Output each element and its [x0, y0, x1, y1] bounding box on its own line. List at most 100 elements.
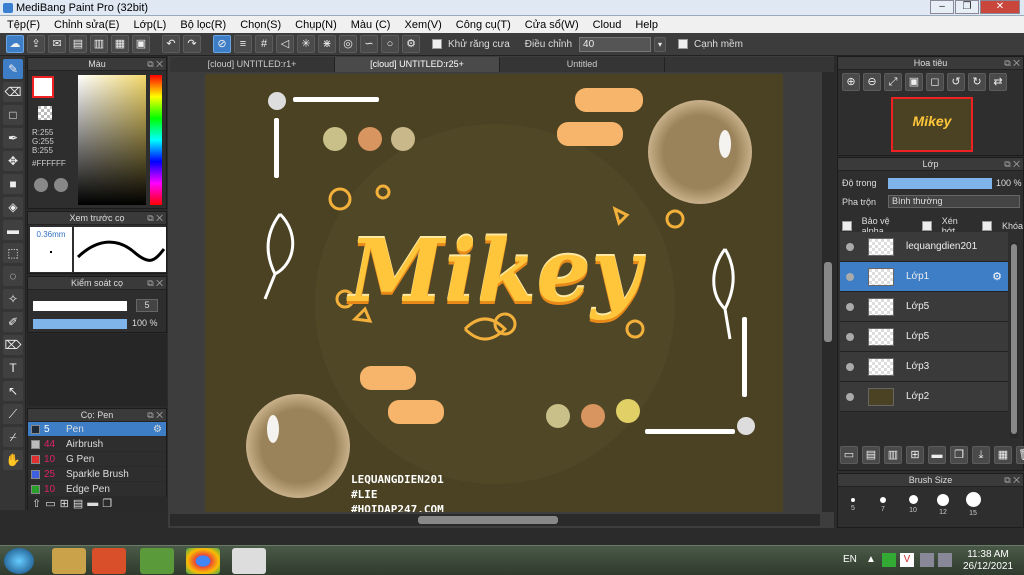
- undo-icon[interactable]: ↶: [162, 35, 180, 53]
- brush-props-icon[interactable]: ▤: [73, 497, 83, 511]
- explorer-icon[interactable]: [52, 548, 86, 574]
- brush-size-option[interactable]: 12: [928, 492, 958, 517]
- grid-icon[interactable]: ▦: [111, 35, 129, 53]
- brush-upload-icon[interactable]: ⇧: [32, 497, 41, 511]
- layer-opacity-slider[interactable]: [888, 178, 992, 189]
- select-tool-icon[interactable]: ⬚: [3, 243, 23, 263]
- navigator-thumbnail[interactable]: Mikey: [891, 97, 973, 152]
- menu-color[interactable]: Màu (C): [344, 19, 398, 31]
- opacity-slider[interactable]: [33, 319, 127, 329]
- brush-size-option[interactable]: 10: [898, 492, 928, 517]
- minimize-button[interactable]: –: [930, 0, 954, 14]
- panel-close-icon[interactable]: ⧉ ✕: [147, 409, 163, 422]
- app-icon-green[interactable]: [140, 548, 174, 574]
- brush-item[interactable]: 44 Airbrush: [28, 437, 166, 452]
- redo-icon[interactable]: ↷: [183, 35, 201, 53]
- gear-icon[interactable]: ⚙: [153, 424, 162, 435]
- menu-window[interactable]: Cửa sổ(W): [518, 19, 586, 31]
- layer-scrollbar[interactable]: [1010, 242, 1018, 438]
- brush-size-option[interactable]: 5: [838, 492, 868, 517]
- tab-doc1[interactable]: [cloud] UNTITLED:r1+: [170, 57, 335, 72]
- chevron-down-icon[interactable]: ▾: [654, 36, 667, 52]
- duplicate-layer-icon[interactable]: ❐: [950, 446, 968, 464]
- parallel-snap-icon[interactable]: ≡: [234, 35, 252, 53]
- brush-copy-icon[interactable]: ❐: [102, 497, 112, 511]
- panel-close-icon[interactable]: ⧉ ✕: [147, 212, 163, 225]
- move-tool-icon[interactable]: ✥: [3, 151, 23, 171]
- layer-item[interactable]: Lớp2: [840, 382, 1008, 412]
- crop-icon[interactable]: ▣: [132, 35, 150, 53]
- gear-icon[interactable]: ⚙: [992, 270, 1002, 283]
- layer-folder-icon[interactable]: ▬: [928, 446, 946, 464]
- rotate-left-icon[interactable]: ↺: [947, 73, 965, 91]
- horizontal-scroll-thumb[interactable]: [418, 516, 558, 524]
- hand-tool-icon[interactable]: ✋: [3, 450, 23, 470]
- panel-close-icon[interactable]: ⧉ ✕: [147, 277, 163, 290]
- bucket-tool-icon[interactable]: ◈: [3, 197, 23, 217]
- lock-checkbox[interactable]: [982, 221, 992, 231]
- layer-item[interactable]: Lớp3: [840, 352, 1008, 382]
- eraser-tool-icon[interactable]: ⌫: [3, 82, 23, 102]
- vertical-scrollbar[interactable]: [822, 72, 834, 512]
- new-halftone-icon[interactable]: ▤: [862, 446, 880, 464]
- transparent-swatch[interactable]: [38, 106, 52, 120]
- radial-line-icon[interactable]: ⋇: [318, 35, 336, 53]
- flip-icon[interactable]: ⇄: [989, 73, 1007, 91]
- menu-view[interactable]: Xem(V): [397, 19, 448, 31]
- fit-icon[interactable]: ⤢: [884, 73, 902, 91]
- merge-layer-icon[interactable]: ⤓: [972, 446, 990, 464]
- artwork-canvas[interactable]: Mikey LEQUANGDIEN201 #LIE #HOIDAP247.COM: [205, 74, 783, 512]
- eyedropper-icon[interactable]: ⟋: [3, 404, 23, 424]
- layer-item[interactable]: Lớp5: [840, 292, 1008, 322]
- menu-help[interactable]: Help: [628, 19, 665, 31]
- lasso-tool-icon[interactable]: ◌: [3, 266, 23, 286]
- cloud-icon[interactable]: ☁: [6, 35, 24, 53]
- zoom-in-icon[interactable]: ⊕: [842, 73, 860, 91]
- menu-cloud[interactable]: Cloud: [586, 19, 629, 31]
- brush-add-icon[interactable]: ⊞: [60, 497, 69, 511]
- comment-icon[interactable]: ✉: [48, 35, 66, 53]
- rotate-right-icon[interactable]: ↻: [968, 73, 986, 91]
- share-icon[interactable]: ⇪: [27, 35, 45, 53]
- foreground-swatch[interactable]: [32, 76, 54, 98]
- hue-slider[interactable]: [150, 75, 162, 205]
- vertical-scroll-thumb[interactable]: [824, 262, 832, 342]
- gradient-tool-icon[interactable]: ▬: [3, 220, 23, 240]
- vanish-snap-icon[interactable]: ◁: [276, 35, 294, 53]
- menu-edit[interactable]: Chỉnh sửa(E): [47, 19, 126, 31]
- menu-filter[interactable]: Bộ lọc(R): [173, 19, 233, 31]
- panel-close-icon[interactable]: ⧉ ✕: [1004, 158, 1020, 171]
- concentric-snap-icon[interactable]: ◎: [339, 35, 357, 53]
- brush-tool-icon[interactable]: ✎: [3, 59, 23, 79]
- antialias-checkbox[interactable]: [432, 39, 442, 49]
- menu-snap[interactable]: Chụp(N): [288, 19, 344, 31]
- medibang-task-icon[interactable]: [232, 548, 266, 574]
- menu-tools[interactable]: Công cụ(T): [449, 19, 518, 31]
- protect-alpha-checkbox[interactable]: [842, 221, 852, 231]
- network-icon[interactable]: [920, 553, 934, 567]
- visibility-eye-icon[interactable]: [846, 302, 854, 311]
- brush-item[interactable]: 5 Pen ⚙: [28, 422, 166, 437]
- operation-tool-icon[interactable]: ↖: [3, 381, 23, 401]
- snap-off-icon[interactable]: ⊘: [213, 35, 231, 53]
- select-pen-icon[interactable]: ✐: [3, 312, 23, 332]
- tab-doc3[interactable]: Untitled: [500, 57, 665, 72]
- start-button[interactable]: [4, 548, 34, 574]
- tray-vnkey-icon[interactable]: V: [900, 553, 914, 567]
- soft-edge-checkbox[interactable]: [678, 39, 689, 49]
- layer-settings-icon[interactable]: ▦: [994, 446, 1012, 464]
- brush-item[interactable]: 10 G Pen: [28, 452, 166, 467]
- clipping-checkbox[interactable]: [922, 221, 932, 231]
- panel-menu-icon[interactable]: ⧉ ✕: [147, 58, 163, 71]
- select-eraser-icon[interactable]: ⌦: [3, 335, 23, 355]
- visibility-eye-icon[interactable]: [846, 332, 854, 341]
- saturation-field[interactable]: [78, 75, 146, 205]
- menu-select[interactable]: Chọn(S): [233, 19, 288, 31]
- panel-close-icon[interactable]: ⧉ ✕: [1004, 474, 1020, 487]
- delete-layer-icon[interactable]: 🗑: [1016, 446, 1024, 464]
- horizontal-scrollbar[interactable]: [170, 514, 820, 526]
- close-button[interactable]: ✕: [980, 0, 1020, 14]
- size-value[interactable]: 5: [136, 299, 158, 312]
- new-1bit-icon[interactable]: ⊞: [906, 446, 924, 464]
- maximize-button[interactable]: ❐: [955, 0, 979, 14]
